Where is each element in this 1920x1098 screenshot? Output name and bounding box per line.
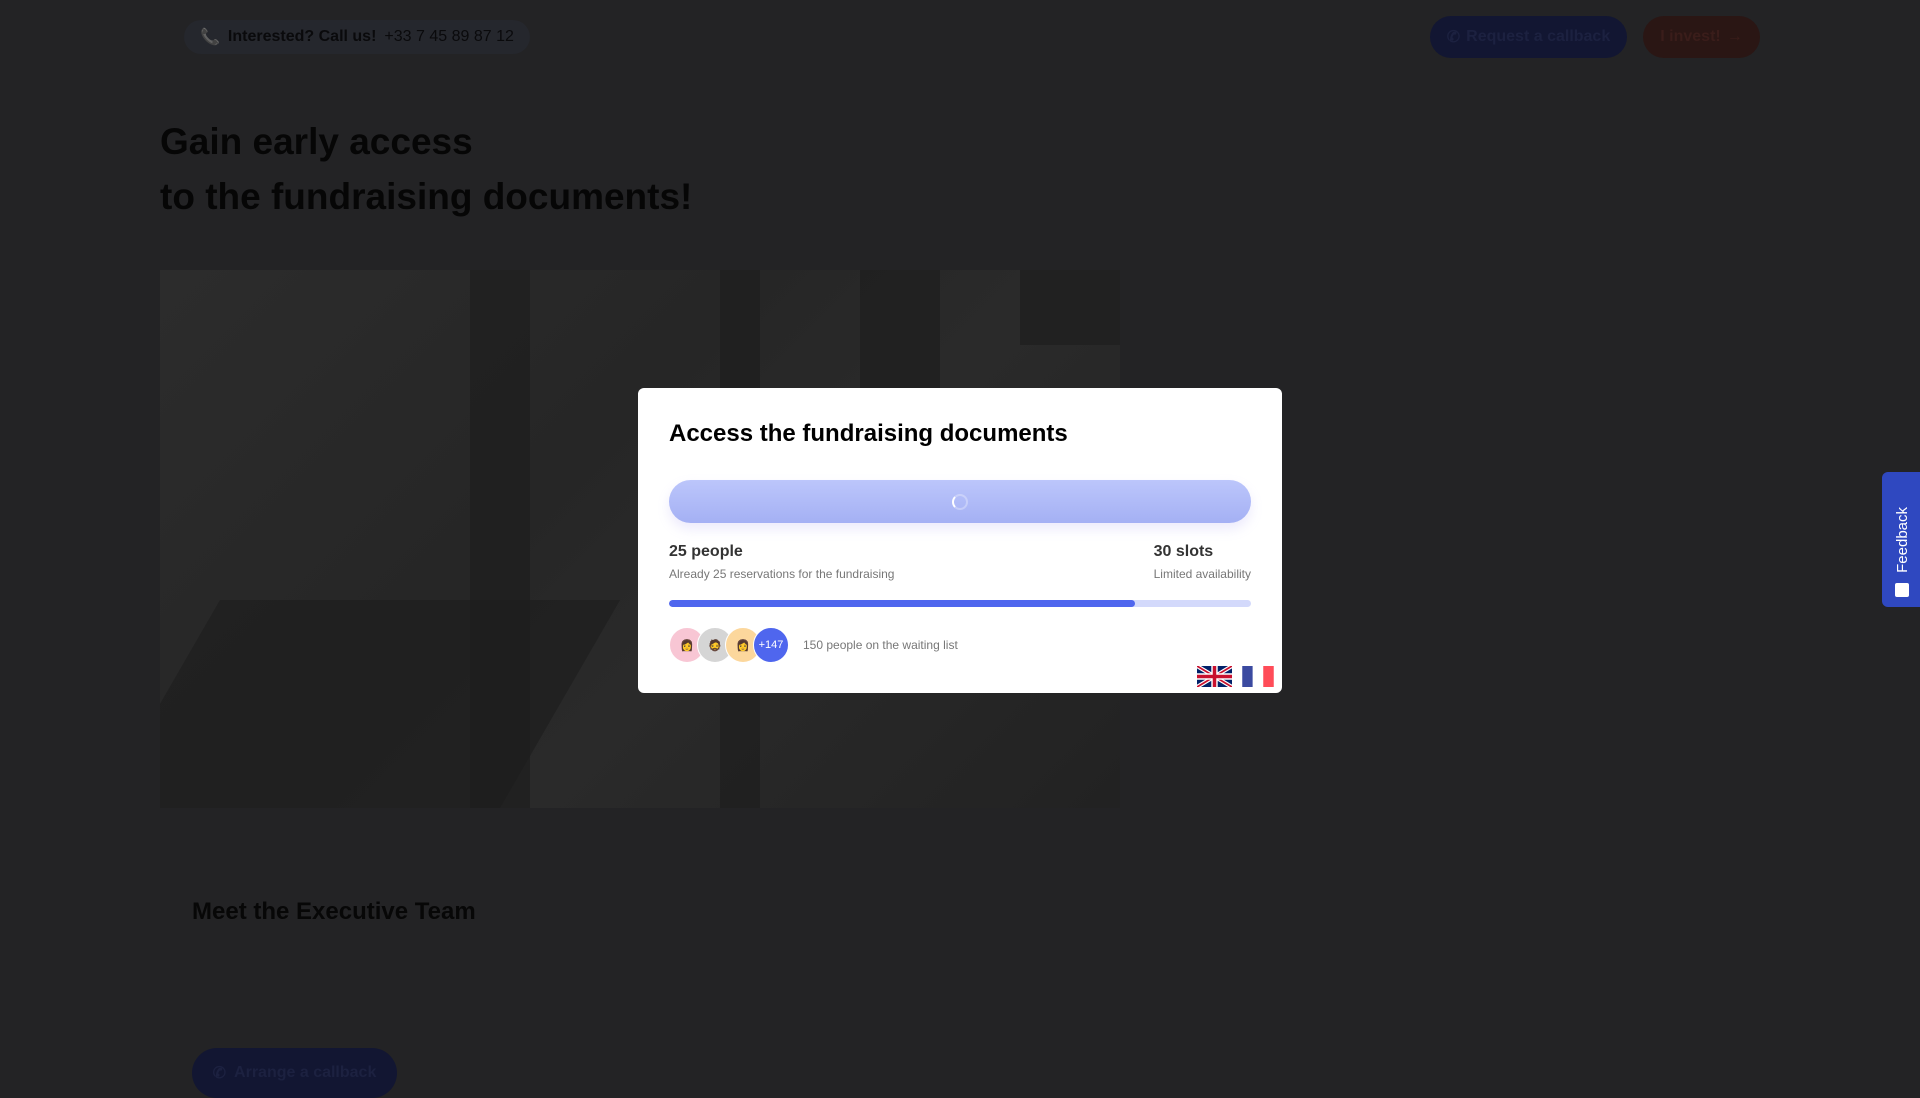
waiting-list-text: 150 people on the waiting list xyxy=(803,638,958,652)
feedback-icon xyxy=(1895,583,1909,597)
page-title: Gain early access to the fundraising docu… xyxy=(160,114,692,224)
arrow-right-icon: → xyxy=(1726,28,1743,45)
phone-icon: 📞 xyxy=(200,29,220,46)
people-count: 25 people xyxy=(669,543,743,560)
reservation-progress xyxy=(669,600,1251,607)
slots-subtext: Limited availability xyxy=(1153,567,1251,581)
uk-flag-icon[interactable] xyxy=(1197,666,1232,687)
title-line-1: Gain early access xyxy=(160,121,473,162)
progress-fill xyxy=(669,600,1135,607)
france-flag-icon[interactable] xyxy=(1242,666,1274,687)
people-subtext: Already 25 reservations for the fundrais… xyxy=(669,567,895,581)
phone-number[interactable]: +33 7 45 89 87 12 xyxy=(384,28,513,46)
call-prefix: Interested? Call us! xyxy=(227,28,377,45)
loading-spinner-icon xyxy=(952,493,968,510)
modal-title: Access the fundraising documents xyxy=(669,420,1068,447)
feedback-label: Feedback xyxy=(1893,507,1911,573)
feedback-tab[interactable]: Feedback xyxy=(1882,472,1920,607)
title-line-2: to the fundraising documents! xyxy=(160,176,693,217)
request-callback-label: Request a callback xyxy=(1466,28,1611,45)
team-heading: Meet the Executive Team xyxy=(192,898,476,925)
access-documents-modal: Access the fundraising documents 25 peop… xyxy=(638,388,1282,693)
invest-button[interactable]: I invest! → xyxy=(1643,16,1760,58)
request-callback-button[interactable]: ✆ Request a callback xyxy=(1430,16,1627,58)
phone-icon: ✆ xyxy=(1446,29,1461,46)
arrange-callback-button[interactable]: ✆ Arrange a callback xyxy=(192,1048,397,1098)
call-us-banner[interactable]: 📞 Interested? Call us! +33 7 45 89 87 12 xyxy=(184,20,530,54)
phone-icon: ✆ xyxy=(212,1065,227,1082)
invest-label: I invest! xyxy=(1660,28,1721,45)
access-button-loading[interactable] xyxy=(669,480,1251,523)
slots-count: 30 slots xyxy=(1153,543,1214,560)
more-count-badge: +147 xyxy=(753,627,789,663)
arrange-callback-label: Arrange a callback xyxy=(234,1064,377,1081)
